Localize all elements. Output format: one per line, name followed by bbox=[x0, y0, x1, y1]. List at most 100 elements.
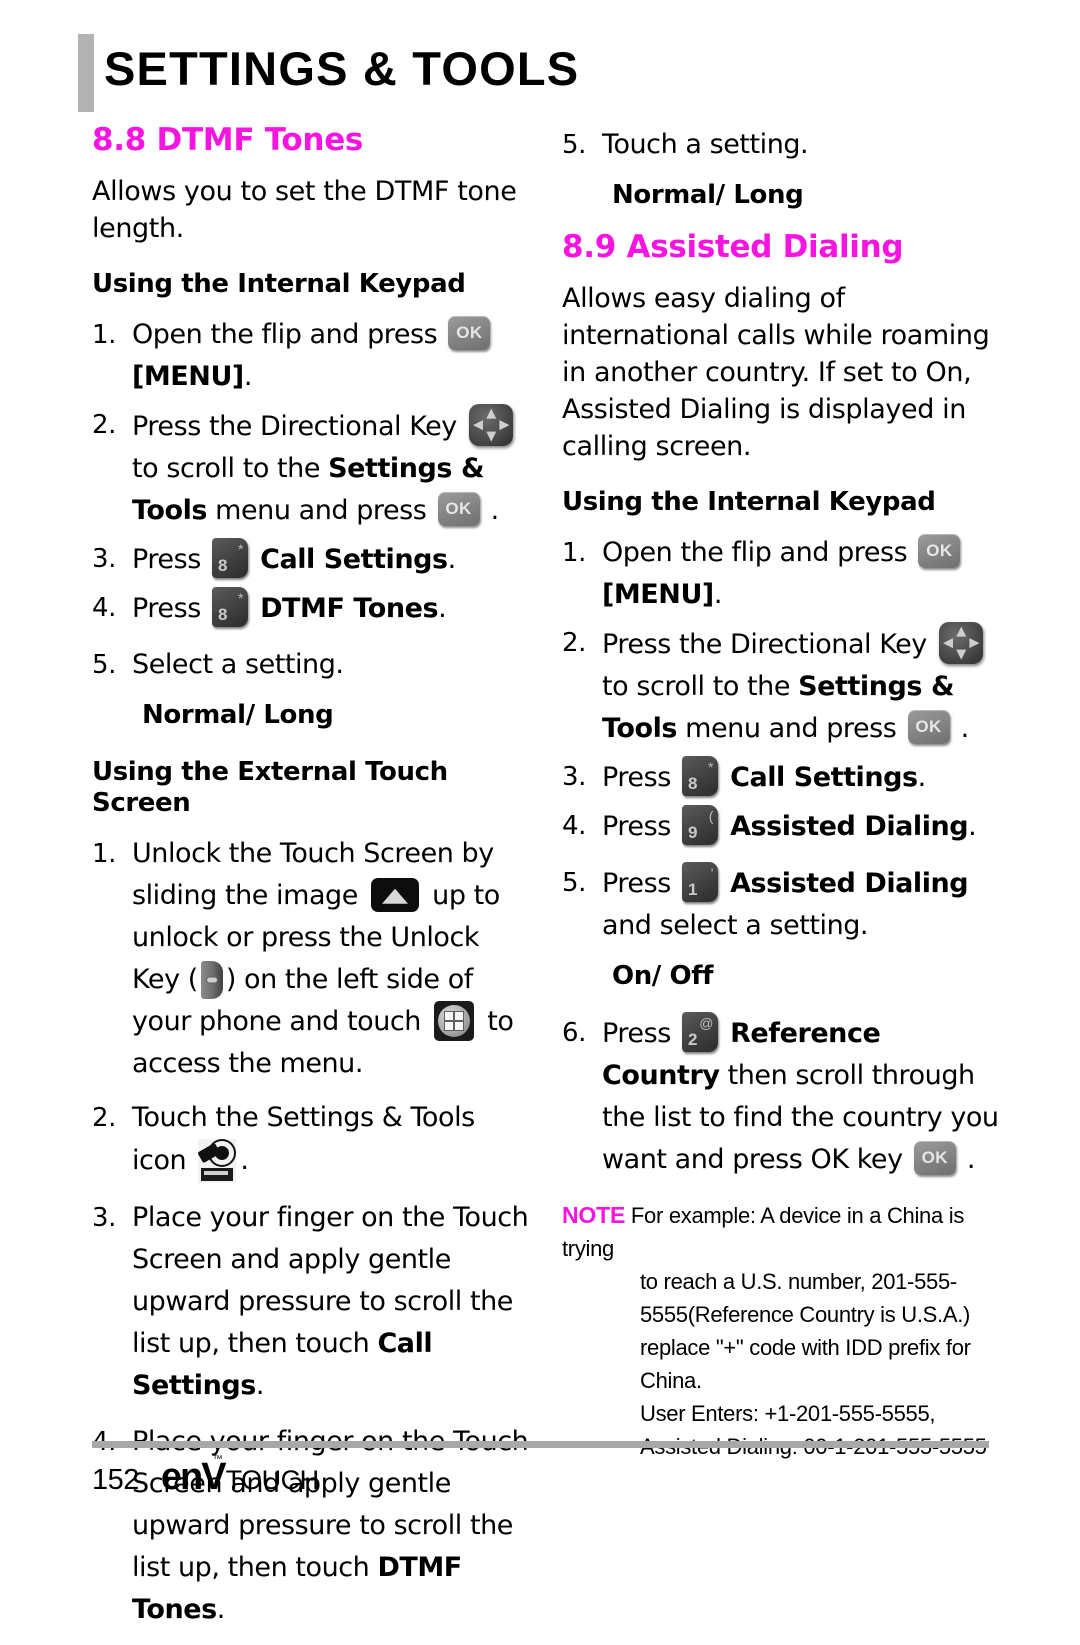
keypad-key-9-icon: 9 ( bbox=[681, 804, 718, 845]
step-text: . bbox=[447, 543, 457, 575]
steps-internal-keypad-dtmf: 1. Open the flip and press OK [MENU]. 2.… bbox=[92, 314, 532, 686]
step-number: 1. bbox=[92, 839, 116, 870]
step-text: to scroll to the bbox=[602, 670, 791, 702]
step-item: 5. Press 1 ' Assisted Dialing and select… bbox=[562, 861, 1002, 947]
chevron-left-icon: ◀ bbox=[942, 635, 953, 651]
step-number: 4. bbox=[92, 592, 116, 623]
step-number: 1. bbox=[92, 319, 116, 350]
chevron-left-icon: ◀ bbox=[472, 417, 483, 433]
menu-square bbox=[455, 1022, 464, 1031]
note-text: User Enters: +1-201-555-5555, bbox=[640, 1401, 936, 1427]
step-number: 5. bbox=[92, 649, 116, 680]
directional-key-icon: ▲ ▼ ◀ ▶ bbox=[468, 403, 513, 446]
step-text: Place your finger on the Touch Screen an… bbox=[132, 1202, 529, 1360]
step-emphasis: Call Settings bbox=[730, 761, 918, 793]
section-heading-assisted-dialing: 8.9 Assisted Dialing bbox=[562, 229, 904, 266]
step-emphasis: Assisted Dialing bbox=[730, 867, 969, 899]
ok-key-label: OK bbox=[445, 498, 472, 518]
step-text: and select a setting. bbox=[602, 909, 869, 941]
step-text: ) on the left side of your phone and tou… bbox=[132, 964, 473, 1038]
step-text: Press bbox=[132, 543, 201, 575]
keypad-key-digit: 2 bbox=[687, 1030, 697, 1050]
chevron-down-icon: ▼ bbox=[956, 646, 966, 662]
ok-key-label: OK bbox=[456, 322, 483, 342]
step-item: 6. Press 2 @ Reference Country then scro… bbox=[562, 1012, 1002, 1181]
chevron-up-icon: ▲ bbox=[486, 405, 496, 421]
brand-logo: enV TOUCH ™ bbox=[161, 1454, 320, 1499]
step-text: Press bbox=[602, 867, 671, 899]
step-item: 4. Press 9 ( Assisted Dialing. bbox=[562, 804, 1002, 848]
step-text: Press the Directional Key bbox=[132, 410, 457, 442]
step-item: 3. Place your finger on the Touch Screen… bbox=[92, 1197, 532, 1407]
setting-options-normal-long: Normal/ Long bbox=[612, 180, 804, 210]
step-text: Press the Directional Key bbox=[602, 628, 927, 660]
keypad-key-symbol: @ bbox=[699, 1015, 713, 1032]
page-footer: 152 enV TOUCH ™ bbox=[92, 1454, 320, 1502]
step-number: 3. bbox=[562, 761, 586, 792]
step-emphasis: Call Settings bbox=[260, 543, 448, 575]
step-text: Touch the Settings & Tools icon bbox=[132, 1102, 475, 1177]
keypad-key-digit: 8 bbox=[687, 773, 697, 793]
note-first-line: NOTE For example: A device in a China is… bbox=[562, 1199, 1002, 1265]
keypad-key-symbol: * bbox=[237, 540, 243, 557]
step-text: . bbox=[438, 592, 447, 624]
chevron-right-icon: ▶ bbox=[969, 635, 979, 651]
step-item: 2. Press the Directional Key ▲ ▼ ◀ ▶ to … bbox=[92, 403, 532, 532]
step-number: 5. bbox=[562, 130, 586, 160]
subheading-internal-keypad-dtmf: Using the Internal Keypad bbox=[92, 268, 466, 299]
unlock-hardware-key-icon bbox=[200, 961, 223, 1000]
step-text: Place your finger on the Touch Screen an… bbox=[132, 1426, 529, 1584]
step-item: 4. Place your finger on the Touch Screen… bbox=[92, 1421, 532, 1631]
steps-internal-keypad-assisted: 1. Open the flip and press OK [MENU]. 2.… bbox=[562, 532, 1002, 947]
step-number: 2. bbox=[92, 1103, 116, 1134]
keypad-key-symbol: * bbox=[707, 758, 713, 775]
ok-key-icon: OK bbox=[907, 709, 950, 744]
keypad-key-8-icon: 8 * bbox=[211, 537, 248, 578]
ok-key-icon: OK bbox=[448, 315, 491, 350]
step-text: . bbox=[243, 360, 253, 392]
keypad-key-symbol: * bbox=[237, 589, 243, 606]
unlock-slider-icon bbox=[371, 878, 420, 913]
manual-page: SETTINGS & TOOLS 8.8 DTMF Tones Allows y… bbox=[0, 0, 1080, 1625]
subheading-internal-keypad-assisted: Using the Internal Keypad bbox=[562, 486, 936, 517]
note-text: 5555(Reference Country is U.S.A.) bbox=[640, 1302, 971, 1328]
step-emphasis: Assisted Dialing bbox=[730, 810, 969, 842]
step-item: 5. Select a setting. bbox=[92, 644, 532, 686]
step-text: Press bbox=[602, 761, 671, 793]
step-item: 3. Press 8 * Call Settings. bbox=[562, 755, 1002, 799]
ok-key-icon: OK bbox=[913, 1141, 956, 1176]
keypad-key-digit: 9 bbox=[687, 822, 697, 842]
step-text: . bbox=[255, 1370, 265, 1402]
step-number: 3. bbox=[92, 1203, 116, 1234]
steps-internal-keypad-assisted-continued: 6. Press 2 @ Reference Country then scro… bbox=[562, 1012, 1002, 1181]
brand-logo-secondary: TOUCH bbox=[225, 1465, 320, 1495]
menu-square bbox=[445, 1022, 454, 1031]
setting-options-normal-long: Normal/ Long bbox=[142, 699, 334, 730]
step-text: . bbox=[917, 761, 927, 793]
step-text: . bbox=[966, 1144, 976, 1176]
step-text: Touch a setting. bbox=[602, 129, 809, 160]
page-number: 152 bbox=[92, 1464, 139, 1496]
chevron-right-icon: ▶ bbox=[499, 417, 509, 433]
keypad-key-1-icon: 1 ' bbox=[681, 861, 718, 902]
page-title: SETTINGS & TOOLS bbox=[104, 42, 580, 95]
step-emphasis: [MENU] bbox=[602, 578, 714, 610]
step-text: . bbox=[960, 712, 970, 744]
section-heading-dtmf-tones: 8.8 DTMF Tones bbox=[92, 122, 364, 158]
step-text: menu and press bbox=[685, 712, 897, 744]
menu-circle bbox=[438, 1005, 471, 1038]
step-emphasis: [MENU] bbox=[132, 360, 244, 392]
footer-divider bbox=[92, 1441, 989, 1448]
step-text: Open the flip and press bbox=[602, 536, 908, 568]
keypad-key-8-icon: 8 * bbox=[681, 755, 718, 796]
keypad-key-symbol: ' bbox=[710, 864, 714, 881]
note-label: NOTE bbox=[562, 1202, 626, 1229]
trademark-symbol: ™ bbox=[212, 1454, 223, 1465]
icon-base bbox=[201, 1168, 234, 1182]
keypad-key-8-icon: 8 * bbox=[211, 586, 248, 627]
page-header: SETTINGS & TOOLS bbox=[78, 34, 1008, 112]
step-item: 5. Touch a setting. bbox=[562, 124, 1002, 166]
step-text: . bbox=[216, 1594, 226, 1626]
menu-grid-icon bbox=[434, 1001, 475, 1042]
chevron-up-icon: ▲ bbox=[956, 623, 966, 639]
